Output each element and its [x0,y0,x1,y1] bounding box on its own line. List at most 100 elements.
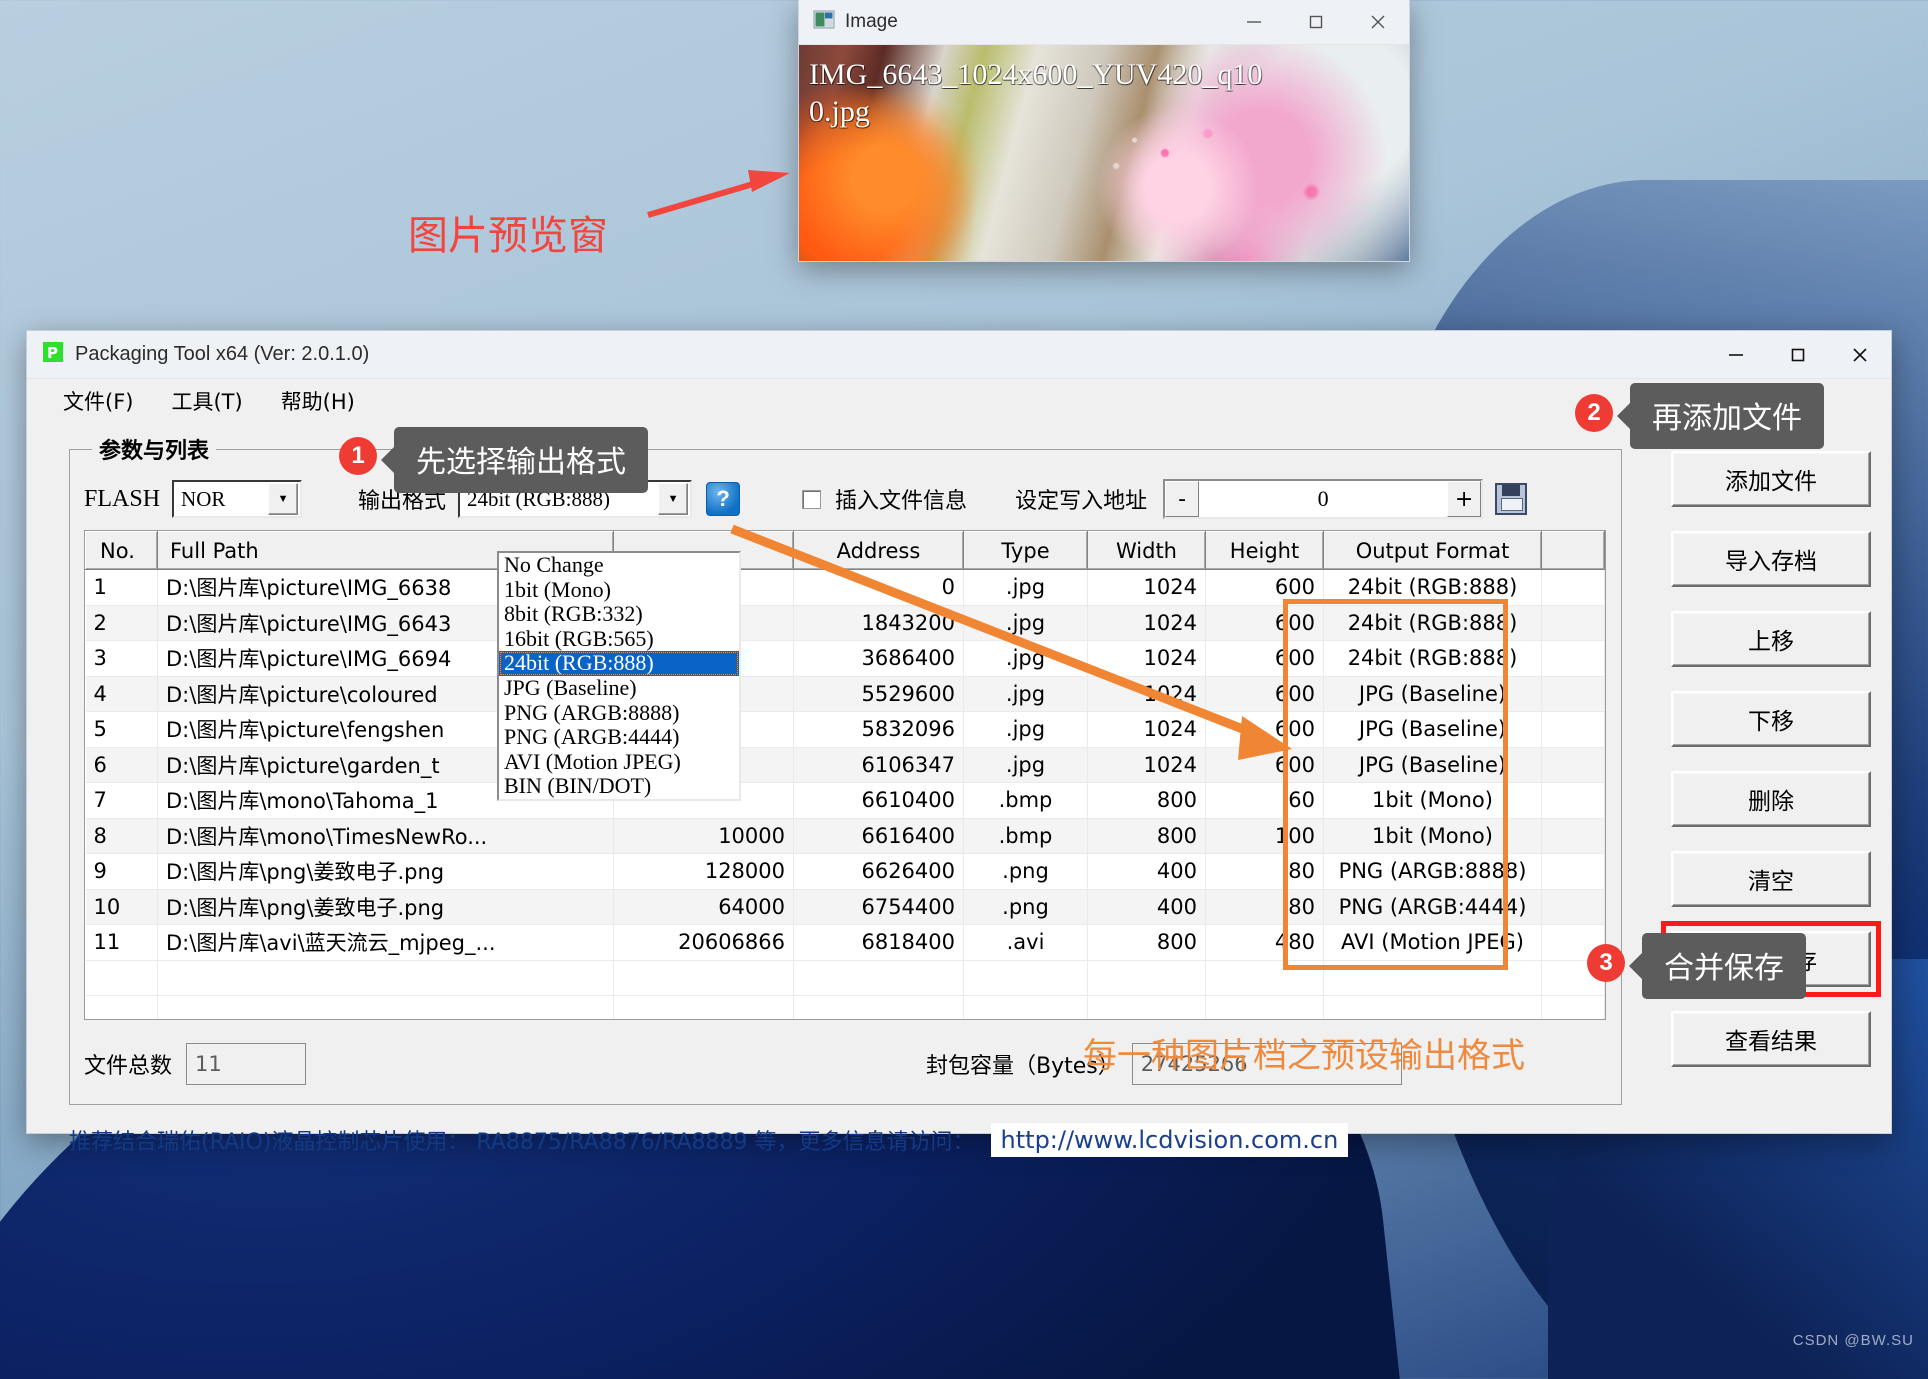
row-type: .bmp [963,818,1088,854]
row-height: 600 [1205,605,1324,641]
column-header-type[interactable]: Type [963,531,1088,570]
move-down-button[interactable]: 下移 [1671,691,1871,747]
chevron-down-icon[interactable]: ▼ [268,483,299,515]
row-address: 6616400 [793,818,964,854]
footer-link[interactable]: http://www.lcdvision.com.cn [990,1123,1349,1157]
table-row[interactable]: 1 D:\图片库\picture\IMG_6638 0 .jpg 1024 600 24bi… [85,569,1605,606]
table-row[interactable]: 7 D:\图片库\mono\Tahoma_1 6610400 .bmp 800 60 1bi… [85,782,1605,819]
floppy-save-icon[interactable] [1495,483,1528,515]
row-type: .bmp [963,782,1088,819]
row-type: .avi [963,924,1088,961]
column-header-width[interactable]: Width [1087,531,1206,570]
help-icon[interactable]: ? [706,482,741,516]
row-no: 1 [85,569,158,606]
table-empty-cell [1205,995,1324,1019]
row-size: 10000 [613,818,794,854]
row-address: 3686400 [793,640,964,677]
row-tail [1541,711,1605,748]
row-tail [1541,747,1605,783]
dropdown-option[interactable]: 16bit (RGB:565) [499,626,739,652]
row-no: 4 [85,676,158,712]
column-header-height[interactable]: Height [1205,531,1324,570]
row-height: 600 [1205,640,1324,677]
image-preview-canvas: IMG_6643_1024x600_YUV420_q100.jpg [799,45,1409,261]
row-output-format: 24bit (RGB:888) [1323,605,1542,641]
dropdown-option[interactable]: 8bit (RGB:332) [499,602,739,627]
row-output-format: PNG (ARGB:8888) [1323,853,1542,890]
view-result-button[interactable]: 查看结果 [1671,1011,1871,1067]
column-header-address[interactable]: Address [793,531,964,570]
row-address: 6754400 [793,889,964,925]
row-tail [1541,853,1605,890]
add-file-button[interactable]: 添加文件 [1671,451,1871,507]
row-width: 800 [1087,924,1206,961]
table-row[interactable]: 9 D:\图片库\png\姜致电子.png 128000 6626400 .png 400… [85,853,1605,890]
app-maximize-button[interactable] [1767,332,1829,378]
address-input[interactable]: 0 [1199,481,1448,517]
image-window-minimize-button[interactable] [1223,0,1285,45]
dropdown-option[interactable]: PNG (ARGB:8888) [499,700,739,726]
footer: 推荐结合瑞佑(RAIO)液晶控制芯片使用： RA8875/RA8876/RA88… [69,1123,1859,1157]
table-row[interactable]: 10 D:\图片库\png\姜致电子.png 64000 6754400 .png 400… [85,889,1605,925]
column-header-output-format[interactable]: Output Format [1323,531,1542,570]
app-close-button[interactable] [1829,332,1891,378]
dropdown-option[interactable]: 24bit (RGB:888) [499,651,739,676]
app-minimize-button[interactable] [1705,332,1767,378]
table-row[interactable]: 2 D:\图片库\picture\IMG_6643 1843200 .jpg 1024 6… [85,605,1605,641]
flash-combobox[interactable]: NOR ▼ [172,480,303,518]
row-width: 800 [1087,818,1206,854]
table-row[interactable]: 6 D:\图片库\picture\garden_t 6106347 .jpg 1024 6… [85,747,1605,783]
table-empty-cell [1541,995,1605,1019]
output-format-dropdown-list[interactable]: No Change 1bit (Mono) 8bit (RGB:332) 16bit … [497,551,741,801]
menu-item-help[interactable]: 帮助(H) [267,382,369,420]
file-list-table[interactable]: No. Full Path Address Type Width Height … [84,530,1606,1020]
row-no: 9 [85,853,158,890]
app-titlebar[interactable]: P Packaging Tool x64 (Ver: 2.0.1.0) [27,331,1891,379]
row-type: .jpg [963,747,1088,783]
packaging-tool-icon: P [41,340,65,369]
insert-file-info-checkbox[interactable] [802,489,822,509]
table-row[interactable]: 3 D:\图片库\picture\IMG_6694 3686400 .jpg 1024 6… [85,640,1605,677]
image-window-maximize-button[interactable] [1285,0,1347,45]
row-address: 6106347 [793,747,964,783]
table-row[interactable]: 8 D:\图片库\mono\TimesNewRo... 10000 6616400 .b… [85,818,1605,854]
table-empty-cell [85,960,158,996]
column-header-tail[interactable] [1541,531,1605,570]
row-height: 60 [1205,782,1324,819]
row-height: 80 [1205,889,1324,925]
row-output-format: 1bit (Mono) [1323,782,1542,819]
dropdown-option[interactable]: PNG (ARGB:4444) [499,725,739,750]
row-height: 600 [1205,569,1324,606]
menu-item-file[interactable]: 文件(F) [49,382,147,420]
dropdown-option[interactable]: AVI (Motion JPEG) [499,749,739,775]
dropdown-option[interactable]: 1bit (Mono) [499,577,739,603]
dropdown-option[interactable]: No Change [499,553,739,578]
delete-button[interactable]: 删除 [1671,771,1871,827]
move-up-button[interactable]: 上移 [1671,611,1871,667]
row-full-path: D:\图片库\avi\蓝天流云_mjpeg_... [157,924,614,961]
address-decrement-button[interactable]: - [1165,481,1200,517]
address-increment-button[interactable]: + [1447,481,1482,517]
import-archive-button[interactable]: 导入存档 [1671,531,1871,587]
table-row[interactable]: 11 D:\图片库\avi\蓝天流云_mjpeg_... 20606866 68184… [85,924,1605,961]
row-width: 400 [1087,853,1206,890]
row-no: 7 [85,782,158,819]
preview-arrow-icon [647,170,790,218]
table-row[interactable]: 5 D:\图片库\picture\fengshen 5832096 .jpg 1024 6… [85,711,1605,748]
table-empty-cell [963,995,1088,1019]
dropdown-option[interactable]: BIN (BIN/DOT) [499,774,739,799]
image-window-close-button[interactable] [1347,0,1409,45]
table-empty-cell [613,995,794,1019]
table-row[interactable]: 4 D:\图片库\picture\coloured 5529600 .jpg 1024 6… [85,676,1605,712]
write-address-stepper[interactable]: - 0 + [1163,479,1484,519]
row-no: 8 [85,818,158,854]
image-window-titlebar[interactable]: Image [799,0,1409,45]
menu-item-tools[interactable]: 工具(T) [157,382,256,420]
annotation-step-3-tip: 合并保存 [1642,933,1806,999]
chevron-down-icon[interactable]: ▼ [658,483,689,515]
column-header-no[interactable]: No. [85,531,158,570]
dropdown-option[interactable]: JPG (Baseline) [499,676,739,701]
svg-text:P: P [47,344,58,362]
clear-button[interactable]: 清空 [1671,851,1871,907]
row-full-path: D:\图片库\png\姜致电子.png [157,889,614,925]
